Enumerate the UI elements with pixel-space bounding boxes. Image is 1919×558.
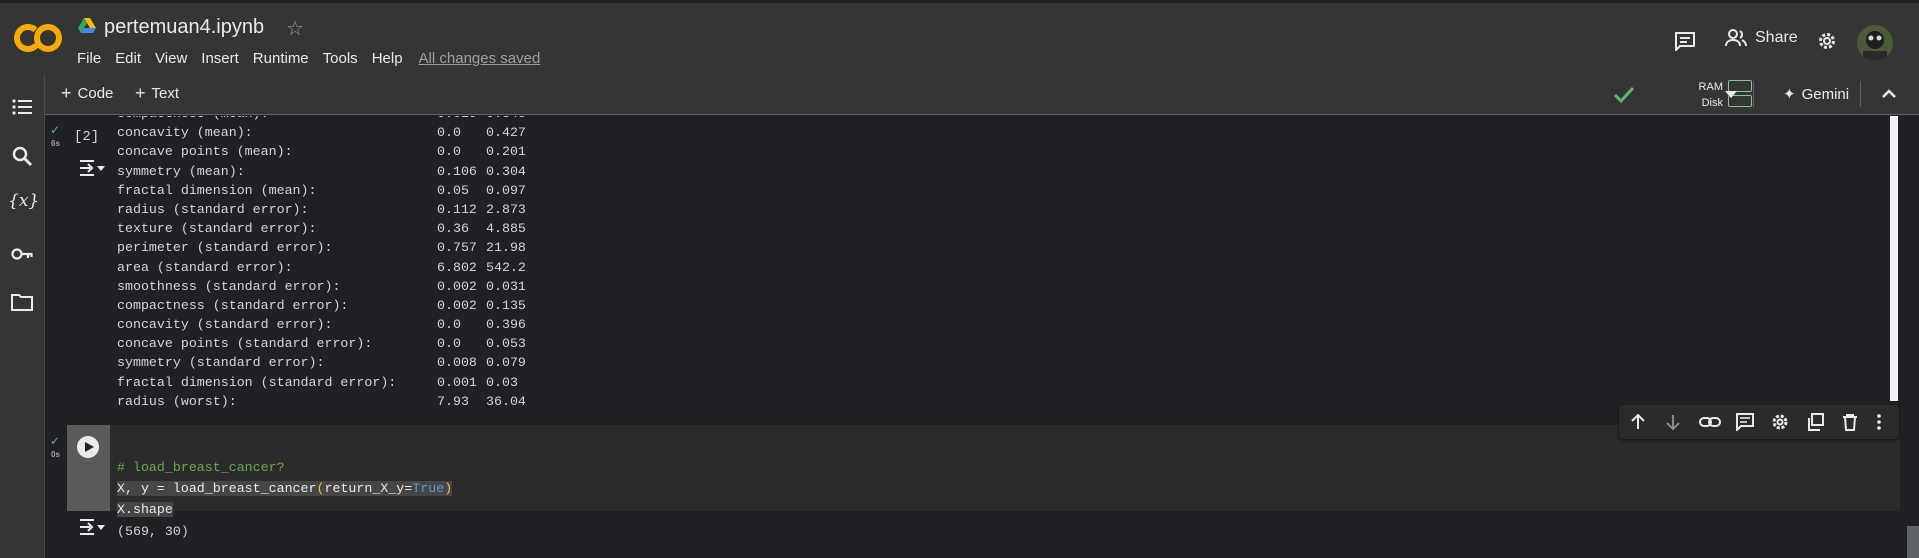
notebook-toolbar: + Code + Text RAM Disk ✦ Gemini — [45, 75, 1919, 115]
avatar[interactable] — [1857, 25, 1893, 61]
menu-help[interactable]: Help — [372, 50, 403, 67]
output-actions-icon[interactable] — [78, 517, 106, 537]
collapse-up-icon[interactable] — [1882, 89, 1896, 99]
notebook-title[interactable]: pertemuan4.ipynb — [104, 16, 264, 39]
output-scrollbar[interactable] — [1890, 116, 1898, 401]
menu-bar: File Edit View Insert Runtime Tools Help… — [77, 50, 554, 67]
folder-icon[interactable] — [10, 290, 34, 314]
output-row: radius (standard error): 0.112 2.873 — [117, 201, 526, 217]
cell-duration: 0s — [51, 450, 60, 459]
notebook-main: ✓ 6s [2] compactness (mean):0.0190.345 c… — [45, 116, 1919, 558]
more-options-icon[interactable] — [1875, 413, 1883, 431]
add-code-button[interactable]: + Code — [61, 83, 114, 103]
code-comment: # load_breast_cancer? — [117, 460, 285, 475]
table-of-contents-icon[interactable] — [10, 95, 34, 119]
cell-output: (569, 30) — [117, 524, 189, 539]
connected-check-icon[interactable] — [1613, 85, 1635, 105]
code-line: X.shape — [117, 502, 173, 517]
add-text-label: Text — [151, 85, 180, 102]
output-row: fractal dimension (mean): 0.05 0.097 — [117, 182, 526, 198]
output-row: compactness (mean):0.0190.345 — [117, 116, 526, 125]
menu-edit[interactable]: Edit — [115, 50, 141, 67]
save-status[interactable]: All changes saved — [419, 50, 541, 67]
menu-runtime[interactable]: Runtime — [253, 50, 309, 67]
plus-icon: + — [61, 83, 72, 103]
gemini-label: Gemini — [1801, 85, 1850, 103]
drive-icon[interactable] — [78, 18, 96, 34]
caret-down-icon[interactable] — [1724, 89, 1738, 99]
comments-icon[interactable] — [1674, 31, 1696, 51]
people-icon — [1725, 29, 1747, 47]
move-down-icon[interactable] — [1664, 413, 1682, 431]
header-bar: pertemuan4.ipynb ☆ File Edit View Insert… — [0, 0, 1919, 75]
output-row: radius (worst): 7.93 36.04 — [117, 393, 526, 409]
menu-view[interactable]: View — [155, 50, 187, 67]
code-editor[interactable]: # load_breast_cancer? X, y = load_breast… — [117, 436, 453, 520]
output-row: symmetry (mean): 0.106 0.304 — [117, 163, 526, 179]
plus-icon: + — [135, 83, 146, 103]
variables-icon[interactable]: {x} — [8, 191, 39, 215]
key-icon[interactable] — [10, 242, 34, 266]
execution-count: [2] — [74, 129, 100, 145]
menu-file[interactable]: File — [77, 50, 101, 67]
menu-tools[interactable]: Tools — [323, 50, 358, 67]
link-icon[interactable] — [1699, 413, 1721, 431]
share-label: Share — [1755, 29, 1798, 46]
comment-icon[interactable] — [1736, 413, 1754, 431]
output-row: concave points (standard error): 0.0 0.053 — [117, 336, 526, 352]
add-text-button[interactable]: + Text — [135, 83, 180, 103]
cell-success-icon: ✓ — [50, 434, 61, 448]
move-up-icon[interactable] — [1629, 413, 1647, 431]
cell-settings-icon[interactable] — [1771, 413, 1789, 431]
output-row: fractal dimension (standard error): 0.001… — [117, 374, 518, 390]
disk-label: Disk — [1701, 97, 1723, 109]
toolbar-divider — [1860, 81, 1861, 107]
ram-label: RAM — [1698, 81, 1723, 93]
avatar-image-icon — [1857, 25, 1893, 61]
cell-duration: 6s — [51, 139, 60, 148]
left-sidebar: {x} — [0, 75, 45, 558]
output-row: concavity (standard error): 0.0 0.396 — [117, 317, 526, 333]
code-keyword: True — [412, 481, 445, 496]
cell-success-icon: ✓ — [50, 123, 61, 137]
gemini-button[interactable]: ✦ Gemini — [1783, 85, 1850, 104]
output-row: perimeter (standard error): 0.757 21.98 — [117, 240, 526, 256]
resource-monitor[interactable]: RAM Disk — [1693, 79, 1723, 111]
mirror-cell-icon[interactable] — [1806, 413, 1824, 431]
output-row: area (standard error): 6.802 542.2 — [117, 259, 526, 275]
cell-toolbar — [1619, 405, 1899, 439]
output-row: concave points (mean): 0.0 0.201 — [117, 144, 526, 160]
output-row: symmetry (standard error): 0.008 0.079 — [117, 355, 526, 371]
add-code-label: Code — [77, 85, 114, 102]
menu-insert[interactable]: Insert — [201, 50, 239, 67]
output-row: texture (standard error): 0.36 4.885 — [117, 221, 526, 237]
output-actions-icon[interactable] — [78, 158, 106, 178]
delete-icon[interactable] — [1841, 413, 1859, 431]
page-scrollbar[interactable] — [1907, 526, 1919, 558]
colab-logo-icon[interactable] — [14, 21, 62, 55]
search-icon[interactable] — [10, 144, 34, 168]
share-button[interactable]: Share — [1725, 29, 1798, 47]
star-icon[interactable]: ☆ — [286, 16, 304, 41]
output-row: smoothness (standard error): 0.002 0.031 — [117, 278, 526, 294]
run-cell-button[interactable] — [77, 436, 99, 458]
output-row: concavity (mean): 0.0 0.427 — [117, 125, 526, 141]
toolbar-divider — [1753, 81, 1754, 107]
output-row: compactness (standard error): 0.002 0.135 — [117, 297, 526, 313]
cell-output: compactness (mean):0.0190.345 concavity … — [117, 116, 526, 413]
sparkle-icon: ✦ — [1783, 86, 1796, 103]
gear-icon[interactable] — [1817, 31, 1837, 51]
code-line: X, y = load_breast_cancer — [117, 481, 317, 496]
